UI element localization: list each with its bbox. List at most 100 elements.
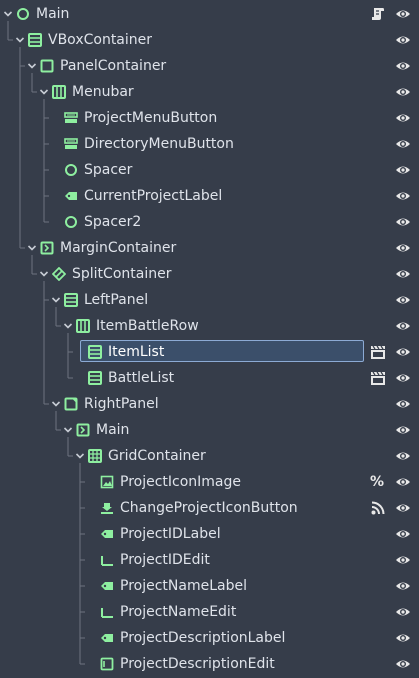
control-circle-icon	[65, 164, 77, 176]
chevron-down-icon[interactable]	[63, 321, 73, 331]
node-label: BattleList	[108, 370, 175, 386]
vbox-container-icon	[64, 293, 78, 307]
visibility-eye-icon[interactable]	[395, 656, 411, 672]
visibility-eye-icon[interactable]	[395, 604, 411, 620]
tree-row-main[interactable]: Main	[0, 1, 419, 27]
visibility-eye-icon[interactable]	[395, 188, 411, 204]
item-list-icon	[88, 345, 102, 359]
tree-row-current-project-label[interactable]: CurrentProjectLabel	[0, 183, 419, 209]
node-label: ProjectNameLabel	[120, 578, 247, 594]
tree-row-project-description-label[interactable]: ProjectDescriptionLabel	[0, 625, 419, 651]
node-label: Spacer	[84, 162, 133, 178]
visibility-eye-icon[interactable]	[395, 318, 411, 334]
visibility-eye-icon[interactable]	[395, 552, 411, 568]
tree-row-item-battle-row[interactable]: ItemBattleRow	[0, 313, 419, 339]
visibility-eye-icon[interactable]	[395, 422, 411, 438]
visibility-eye-icon[interactable]	[395, 214, 411, 230]
tree-row-item-list[interactable]: ItemList	[0, 339, 419, 365]
script-icon[interactable]	[370, 6, 386, 22]
chevron-down-icon[interactable]	[39, 269, 49, 279]
visibility-eye-icon[interactable]	[395, 370, 411, 386]
visibility-eye-icon[interactable]	[395, 266, 411, 282]
tree-row-project-idedit[interactable]: ProjectIDEdit	[0, 547, 419, 573]
vbox-container-icon	[28, 33, 42, 47]
chevron-down-icon[interactable]	[39, 87, 49, 97]
chevron-down-icon[interactable]	[63, 425, 73, 435]
tree-row-battle-list[interactable]: BattleList	[0, 365, 419, 391]
node-label: ProjectDescriptionEdit	[120, 656, 275, 672]
visibility-eye-icon[interactable]	[395, 110, 411, 126]
node-label: ProjectIDLabel	[120, 526, 221, 542]
node-label: Main	[96, 422, 130, 438]
clapperboard-icon[interactable]	[370, 370, 386, 386]
visibility-eye-icon[interactable]	[395, 84, 411, 100]
label-icon	[101, 634, 113, 642]
tree-row-right-panel[interactable]: RightPanel	[0, 391, 419, 417]
node-label: ChangeProjectIconButton	[120, 500, 298, 516]
visibility-eye-icon[interactable]	[395, 396, 411, 412]
tree-row-project-name-edit[interactable]: ProjectNameEdit	[0, 599, 419, 625]
tree-row-project-name-label[interactable]: ProjectNameLabel	[0, 573, 419, 599]
chevron-down-icon[interactable]	[15, 35, 25, 45]
control-circle-icon	[17, 8, 29, 20]
tree-row-spacer2[interactable]: Spacer2	[0, 209, 419, 235]
tree-row-main-2[interactable]: Main	[0, 417, 419, 443]
visibility-eye-icon[interactable]	[395, 240, 411, 256]
chevron-down-icon[interactable]	[51, 399, 61, 409]
chevron-down-icon[interactable]	[27, 61, 37, 71]
node-label: PanelContainer	[60, 58, 167, 74]
chevron-down-icon[interactable]	[3, 9, 13, 19]
node-label: DirectoryMenuButton	[84, 136, 234, 152]
visibility-eye-icon[interactable]	[395, 630, 411, 646]
visibility-eye-icon[interactable]	[395, 526, 411, 542]
visibility-eye-icon[interactable]	[395, 474, 411, 490]
node-label: ItemBattleRow	[96, 318, 199, 334]
tree-row-panel-container[interactable]: PanelContainer	[0, 53, 419, 79]
clapperboard-icon[interactable]	[370, 344, 386, 360]
visibility-eye-icon[interactable]	[395, 292, 411, 308]
visibility-eye-icon[interactable]	[395, 32, 411, 48]
node-label: RightPanel	[84, 396, 159, 412]
text-edit-icon	[100, 657, 114, 671]
visibility-eye-icon[interactable]	[395, 6, 411, 22]
tree-row-left-panel[interactable]: LeftPanel	[0, 287, 419, 313]
tree-row-project-menu-button[interactable]: ProjectMenuButton	[0, 105, 419, 131]
tree-row-project-description-edit[interactable]: ProjectDescriptionEdit	[0, 651, 419, 677]
tree-row-margin-container[interactable]: MarginContainer	[0, 235, 419, 261]
tree-row-change-project-icon-button[interactable]: ChangeProjectIconButton	[0, 495, 419, 521]
node-label: Menubar	[72, 84, 134, 100]
visibility-eye-icon[interactable]	[395, 448, 411, 464]
visibility-eye-icon[interactable]	[395, 578, 411, 594]
node-label: ProjectMenuButton	[84, 110, 218, 126]
chevron-down-icon[interactable]	[75, 451, 85, 461]
node-label: MarginContainer	[60, 240, 177, 256]
margin-container-icon	[40, 241, 54, 255]
chevron-down-icon[interactable]	[51, 295, 61, 305]
tree-row-project-icon-image[interactable]: ProjectIconImage%	[0, 469, 419, 495]
hbox-container-icon	[76, 319, 90, 333]
signal-icon[interactable]	[370, 500, 386, 516]
percent-icon[interactable]: %	[370, 472, 384, 492]
chevron-down-icon[interactable]	[27, 243, 37, 253]
visibility-eye-icon[interactable]	[395, 162, 411, 178]
node-label: VBoxContainer	[48, 32, 153, 48]
tree-row-project-idlabel[interactable]: ProjectIDLabel	[0, 521, 419, 547]
visibility-eye-icon[interactable]	[395, 344, 411, 360]
panel-icon	[64, 397, 78, 411]
label-icon	[65, 192, 77, 200]
menu-button-icon	[64, 138, 78, 149]
scene-tree[interactable]: Main VBoxContainer PanelContainer Menubar Pr…	[0, 0, 419, 678]
visibility-eye-icon[interactable]	[395, 500, 411, 516]
tree-row-directory-menu-button[interactable]: DirectoryMenuButton	[0, 131, 419, 157]
split-container-icon	[52, 267, 66, 281]
tree-row-menubar[interactable]: Menubar	[0, 79, 419, 105]
tree-row-vbox-container[interactable]: VBoxContainer	[0, 27, 419, 53]
tree-row-spacer[interactable]: Spacer	[0, 157, 419, 183]
node-label: SplitContainer	[72, 266, 172, 282]
button-icon	[101, 503, 113, 514]
tree-row-split-container[interactable]: SplitContainer	[0, 261, 419, 287]
tree-row-grid-container[interactable]: GridContainer	[0, 443, 419, 469]
visibility-eye-icon[interactable]	[395, 136, 411, 152]
visibility-eye-icon[interactable]	[395, 58, 411, 74]
node-label: ProjectDescriptionLabel	[120, 630, 286, 646]
